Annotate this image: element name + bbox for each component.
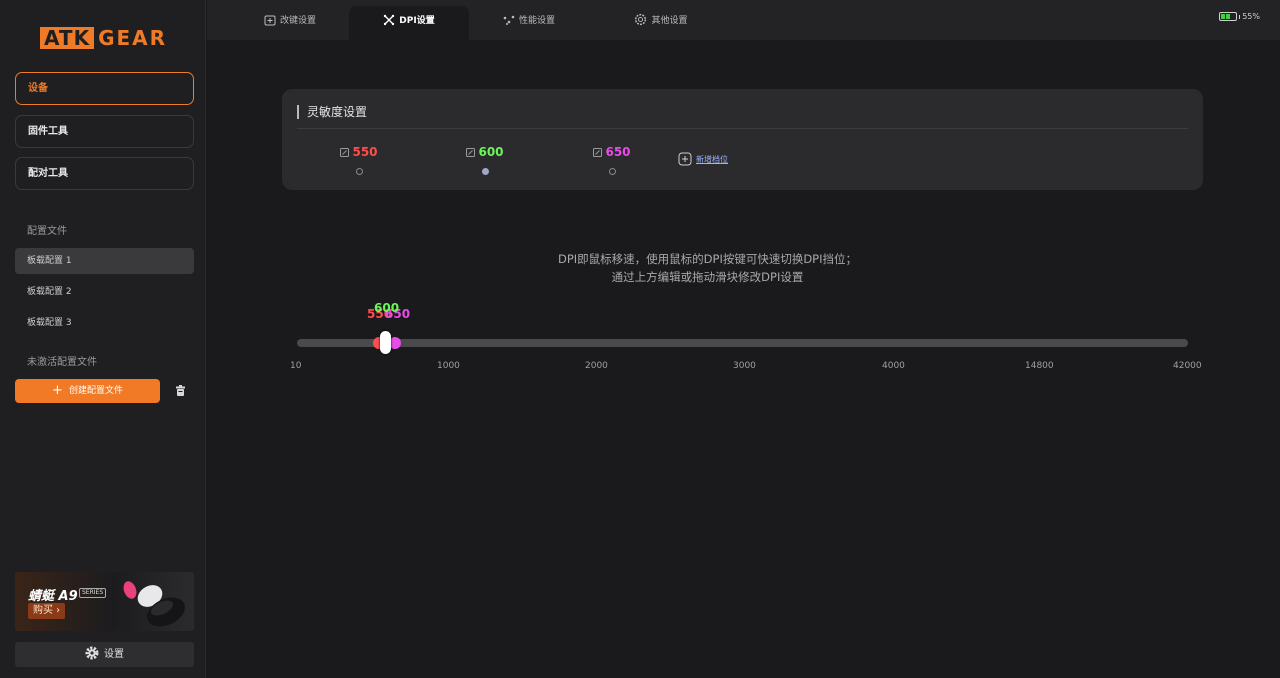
edit-icon[interactable] <box>466 148 476 157</box>
tab-other-settings[interactable]: 其他设置 <box>601 6 721 40</box>
card-divider <box>297 128 1188 129</box>
dpi-level-3-radio[interactable] <box>608 168 616 175</box>
create-profile-label: 创建配置文件 <box>68 386 123 396</box>
slider-tick: 1000 <box>437 361 460 371</box>
dpi-level-3[interactable]: 650 <box>582 145 642 175</box>
slider-tick: 42000 <box>1173 361 1202 371</box>
logo-gear: GEAR <box>98 26 168 50</box>
plus-icon: + <box>52 383 63 398</box>
dpi-hint-line-2: 通过上方编辑或拖动滑块修改DPI设置 <box>611 270 804 284</box>
settings-label: 设置 <box>104 649 124 660</box>
dpi-slider-track[interactable] <box>297 339 1188 347</box>
banner-buy-button[interactable]: 购买 › <box>28 603 66 619</box>
sidebar: ATK GEAR 设备 固件工具 配对工具 配置文件 板载配置 1 板载配置 2… <box>0 0 206 678</box>
nav-firmware-tool-button[interactable]: 固件工具 <box>15 115 194 148</box>
app-settings-button[interactable]: 设置 <box>15 642 194 667</box>
profile-item-onboard-1[interactable]: 板载配置 1 <box>15 248 194 274</box>
gear-icon <box>85 646 99 660</box>
performance-icon <box>503 15 515 25</box>
app-window: ATK GEAR 设备 固件工具 配对工具 配置文件 板载配置 1 板载配置 2… <box>0 0 1280 678</box>
create-profile-button[interactable]: + 创建配置文件 <box>15 379 160 403</box>
sensitivity-title: 灵敏度设置 <box>297 105 367 119</box>
dpi-level-2[interactable]: 600 <box>455 145 515 175</box>
inactive-profiles-label: 未激活配置文件 <box>27 357 97 368</box>
battery-percent: 55% <box>1242 12 1260 21</box>
sensitivity-card: 灵敏度设置 550 600 650 新增档位 <box>282 89 1203 190</box>
profiles-section-label: 配置文件 <box>27 226 67 237</box>
battery-icon <box>1219 12 1238 21</box>
dpi-level-2-value: 600 <box>478 145 504 159</box>
edit-icon[interactable] <box>340 148 350 157</box>
promo-banner[interactable]: 蜻蜓 A9 SERIES 购买 › <box>15 572 194 631</box>
trash-icon[interactable] <box>175 385 186 396</box>
dpi-hint-line-1: DPI即鼠标移速，使用鼠标的DPI按键可快速切换DPI挡位； <box>557 252 858 266</box>
profile-item-onboard-3[interactable]: 板载配置 3 <box>15 310 194 336</box>
slider-tick: 2000 <box>585 361 608 371</box>
logo-atk: ATK <box>40 27 95 49</box>
tab-other-settings-label: 其他设置 <box>651 16 688 26</box>
banner-title: 蜻蜓 A9 <box>28 589 78 604</box>
tab-performance-label: 性能设置 <box>518 16 555 26</box>
slider-tick: 3000 <box>733 361 756 371</box>
dpi-slider-handle-600[interactable] <box>380 331 391 354</box>
dpi-level-2-radio[interactable] <box>481 168 489 175</box>
tab-keymap-label: 改键设置 <box>279 16 316 26</box>
tab-performance[interactable]: 性能设置 <box>469 6 589 40</box>
slider-tick: 10 <box>290 361 302 371</box>
dpi-icon <box>384 14 395 26</box>
nav-pairing-tool-button[interactable]: 配对工具 <box>15 157 194 190</box>
edit-icon[interactable] <box>593 148 603 157</box>
dpi-level-3-value: 650 <box>605 145 631 159</box>
add-circle-icon <box>678 152 692 166</box>
mouse-product-image <box>123 581 185 627</box>
top-tab-bar: 改键设置 DPI设置 性能设置 其他设置 55% <box>207 0 1280 40</box>
tab-dpi-label: DPI设置 <box>399 16 435 26</box>
add-level-label: 新增档位 <box>696 155 728 164</box>
battery-indicator: 55% <box>1219 12 1260 21</box>
atk-gear-logo: ATK GEAR <box>40 27 167 49</box>
tab-keymap[interactable]: 改键设置 <box>230 6 350 40</box>
nav-device-button[interactable]: 设备 <box>15 72 194 105</box>
dpi-level-1-radio[interactable] <box>355 168 363 175</box>
banner-series-badge: SERIES <box>79 588 107 598</box>
add-level-button[interactable]: 新增档位 <box>678 152 728 166</box>
slider-tick: 4000 <box>882 361 905 371</box>
keymap-icon <box>264 15 276 26</box>
slider-label-600: 600 <box>374 301 400 315</box>
profile-item-onboard-2[interactable]: 板载配置 2 <box>15 279 194 305</box>
tab-dpi[interactable]: DPI设置 <box>349 6 469 40</box>
dpi-level-1-value: 550 <box>352 145 378 159</box>
dpi-level-1[interactable]: 550 <box>329 145 389 175</box>
gear-icon <box>635 13 647 26</box>
slider-tick: 14800 <box>1025 361 1054 371</box>
